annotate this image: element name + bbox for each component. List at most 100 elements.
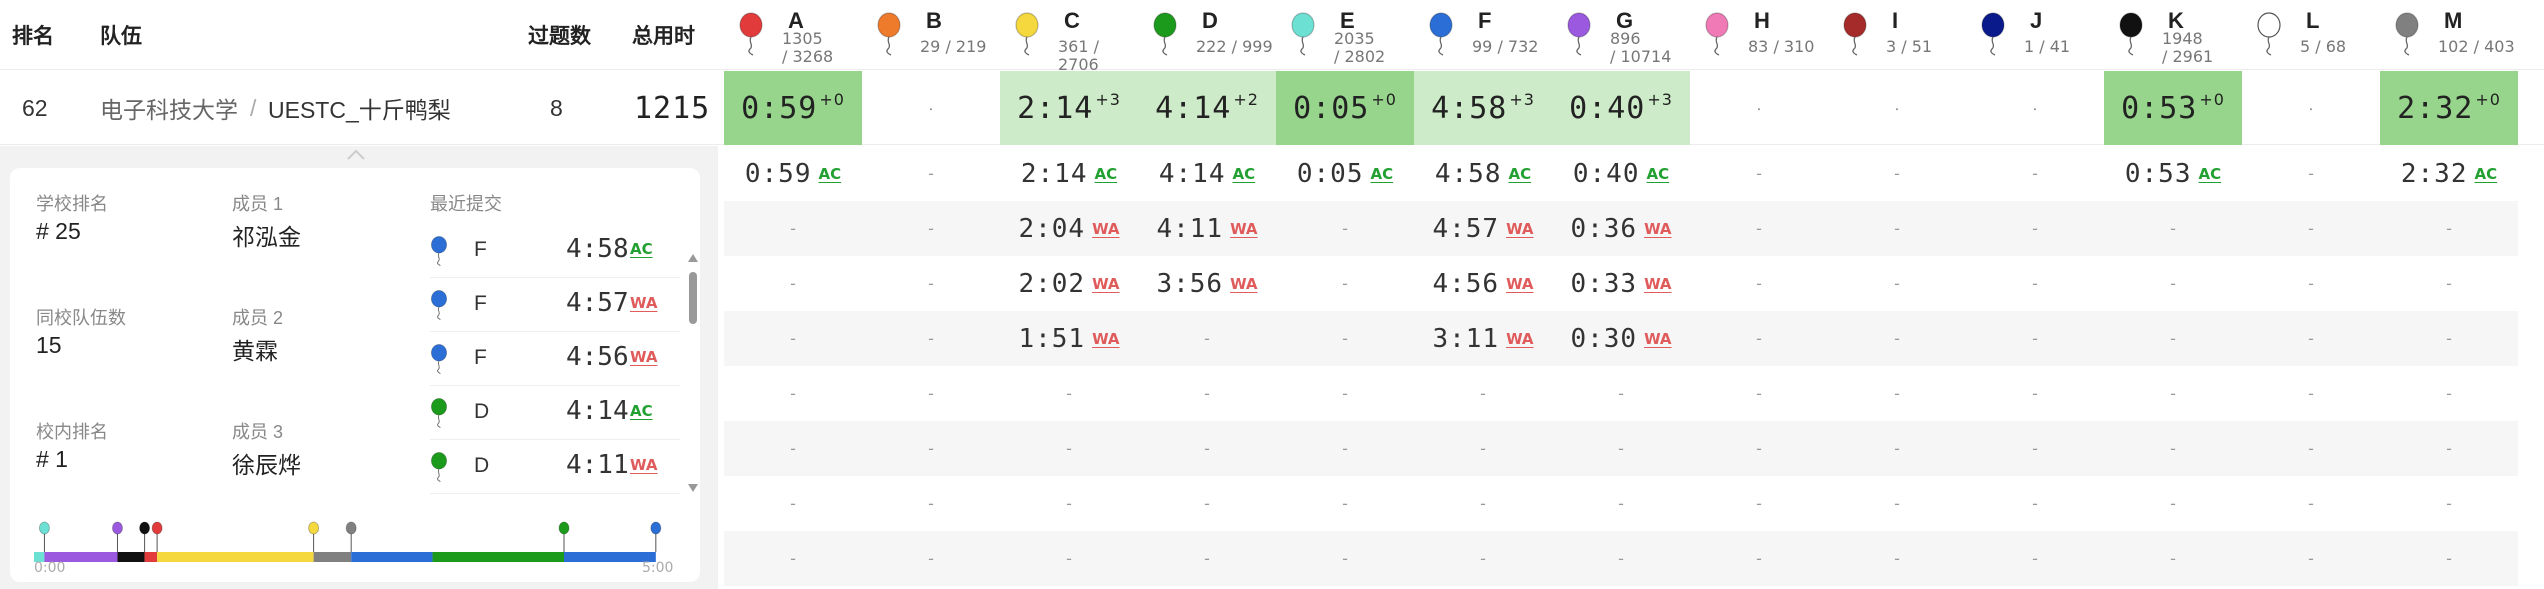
submission-cell: - (724, 421, 862, 476)
recent-scrollbar[interactable] (686, 248, 700, 498)
team-result-d[interactable]: 4:14 +2 (1138, 71, 1276, 145)
solved-header[interactable]: 过题数 (528, 0, 591, 70)
problem-header-g[interactable]: G 896/ 10714 (1552, 0, 1690, 70)
recent-result: AC (630, 240, 653, 258)
team-row[interactable]: 62 电子科技大学 / UESTC_十斤鸭梨 8 1215 0:59 +0 · 2:1… (0, 71, 2544, 145)
submission-result[interactable]: WA (1092, 330, 1119, 348)
submission-cell: - (724, 366, 862, 421)
unattempted-dot: · (1894, 100, 1900, 116)
team-result-a[interactable]: 0:59 +0 (724, 71, 862, 145)
problem-header-i[interactable]: I 3 / 51 (1828, 0, 1966, 70)
empty-mark: - (1894, 164, 1900, 183)
problem-stats-line1: 102 / 403 (2438, 37, 2515, 56)
problem-stats: 29 / 219 (920, 38, 986, 56)
problem-header-m[interactable]: M 102 / 403 (2380, 0, 2518, 70)
empty-mark: - (2170, 274, 2176, 293)
submission-result[interactable]: WA (1644, 275, 1671, 293)
recent-submission-item[interactable]: F 4:57 WA (430, 278, 680, 332)
submission-result[interactable]: WA (1230, 275, 1257, 293)
submission-result[interactable]: WA (1644, 220, 1671, 238)
submission-result[interactable]: WA (1092, 220, 1119, 238)
submission-result[interactable]: AC (1371, 165, 1394, 183)
problem-header-b[interactable]: B 29 / 219 (862, 0, 1000, 70)
submission-result[interactable]: WA (1506, 220, 1533, 238)
rank-header[interactable]: 排名 (12, 0, 54, 70)
submission-cell: - (1966, 476, 2104, 531)
problem-header-h[interactable]: H 83 / 310 (1690, 0, 1828, 70)
problem-header-f[interactable]: F 99 / 732 (1414, 0, 1552, 70)
submission-result[interactable]: AC (1095, 165, 1118, 183)
submission-cell: - (2242, 476, 2380, 531)
timeline-balloon-marker[interactable] (112, 521, 123, 552)
submission-cell: - (2104, 476, 2242, 531)
problem-header-l[interactable]: L 5 / 68 (2242, 0, 2380, 70)
submission-cell: - (1828, 531, 1966, 586)
team-result-i[interactable]: · (1828, 71, 1966, 145)
penalty-header[interactable]: 总用时 (632, 0, 695, 70)
empty-mark: - (1894, 219, 1900, 238)
problem-stats-line1: 361 / 2706 (1058, 37, 1100, 74)
team-solved: 8 (550, 94, 563, 121)
submission-result[interactable]: AC (2199, 165, 2222, 183)
empty-mark: - (1618, 549, 1624, 568)
timeline-balloon-marker[interactable] (650, 521, 662, 552)
submission-result[interactable]: AC (1647, 165, 1670, 183)
timeline-balloon-marker[interactable] (39, 521, 50, 552)
empty-mark: - (790, 384, 796, 403)
timeline-balloon-marker[interactable] (558, 521, 570, 552)
submission-result[interactable]: WA (1506, 330, 1533, 348)
problem-header-e[interactable]: E 2035/ 2802 (1276, 0, 1414, 70)
recent-submission-item[interactable]: F 4:58 AC (430, 224, 680, 278)
problem-stats-line1: 5 / 68 (2300, 37, 2347, 56)
empty-mark: - (2308, 549, 2314, 568)
submission-result[interactable]: AC (1233, 165, 1256, 183)
team-result-g[interactable]: 0:40 +3 (1552, 71, 1690, 145)
submission-cell: - (1414, 366, 1552, 421)
team-header[interactable]: 队伍 (100, 0, 142, 70)
submission-result[interactable]: AC (819, 165, 842, 183)
timeline-balloon-marker[interactable] (308, 521, 320, 552)
member3-name: 徐辰烨 (232, 452, 301, 478)
problem-header-k[interactable]: K 1948/ 2961 (2104, 0, 2242, 70)
submission-time: 2:02 (1018, 268, 1086, 299)
submission-cell: 1:51 WA (1000, 311, 1138, 366)
team-result-b[interactable]: · (862, 71, 1000, 145)
submission-result[interactable]: AC (1509, 165, 1532, 183)
submission-cell: - (1276, 201, 1414, 256)
team-result-l[interactable]: · (2242, 71, 2380, 145)
team-result-m[interactable]: 2:32 +0 (2380, 71, 2518, 145)
problem-header-d[interactable]: D 222 / 999 (1138, 0, 1276, 70)
team-result-j[interactable]: · (1966, 71, 2104, 145)
submission-time: 0:30 (1570, 323, 1638, 354)
empty-mark: - (1894, 494, 1900, 513)
submission-time: 0:40 (1572, 158, 1640, 189)
submission-time: 0:59 (744, 158, 812, 189)
submission-result[interactable]: AC (2475, 165, 2498, 183)
timeline-balloon-marker[interactable] (151, 521, 163, 552)
team-result-k[interactable]: 0:53 +0 (2104, 71, 2242, 145)
recent-submission-item[interactable]: D 4:11 WA (430, 440, 680, 494)
empty-mark: - (1756, 439, 1762, 458)
team-result-f[interactable]: 4:58 +3 (1414, 71, 1552, 145)
team-result-c[interactable]: 2:14 +3 (1000, 71, 1138, 145)
timeline-balloon-marker[interactable] (345, 521, 357, 552)
submission-result[interactable]: WA (1644, 330, 1671, 348)
problem-header-j[interactable]: J 1 / 41 (1966, 0, 2104, 70)
collapse-caret-icon[interactable] (344, 146, 368, 164)
team-result-e[interactable]: 0:05 +0 (1276, 71, 1414, 145)
submission-cell: 0:40 AC (1552, 146, 1690, 201)
team-result-h[interactable]: · (1690, 71, 1828, 145)
timeline-balloon-marker[interactable] (139, 521, 150, 552)
submission-result[interactable]: WA (1092, 275, 1119, 293)
submission-cell: - (1276, 256, 1414, 311)
problem-letter: M (2444, 8, 2463, 33)
problem-header-a[interactable]: A 1305/ 3268 (724, 0, 862, 70)
recent-problem: F (474, 238, 487, 261)
submission-result[interactable]: WA (1230, 220, 1257, 238)
submission-cell: - (2242, 421, 2380, 476)
submission-result[interactable]: WA (1506, 275, 1533, 293)
recent-submission-item[interactable]: F 4:56 WA (430, 332, 680, 386)
recent-submission-item[interactable]: D 4:14 AC (430, 386, 680, 440)
problem-header-c[interactable]: C 361 / 2706 (1000, 0, 1138, 74)
submission-time: 2:04 (1018, 213, 1086, 244)
